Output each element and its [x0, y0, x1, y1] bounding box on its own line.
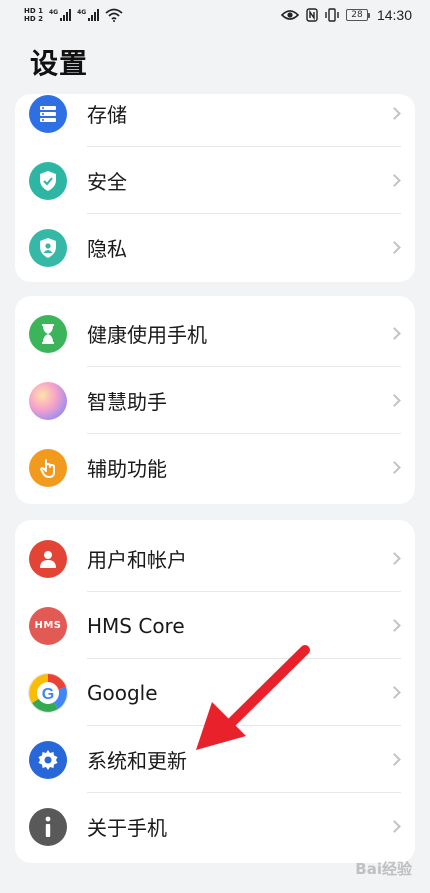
- settings-item-label: 隐私: [87, 237, 127, 261]
- settings-item-label: HMS Core: [87, 613, 185, 638]
- settings-item-about-phone[interactable]: 关于手机: [15, 793, 415, 860]
- chevron-right-icon: [388, 394, 401, 407]
- settings-item-accessibility[interactable]: 辅助功能: [15, 434, 415, 501]
- chevron-right-icon: [388, 241, 401, 254]
- chevron-right-icon: [388, 107, 401, 120]
- wifi-icon: [105, 8, 123, 22]
- gear-icon: [29, 740, 67, 779]
- settings-item-label: 用户和帐户: [87, 548, 187, 572]
- net2-label: 4G: [77, 9, 87, 16]
- settings-item-label: 健康使用手机: [87, 323, 207, 347]
- signal-2-icon: 4G: [77, 9, 100, 21]
- smart-assistant-icon: [29, 381, 67, 420]
- vibrate-icon: [325, 8, 339, 22]
- settings-group-2: 健康使用手机 智慧助手 辅助功能: [15, 296, 415, 504]
- net1-label: 4G: [48, 9, 59, 16]
- settings-item-label: 系统和更新: [87, 749, 187, 773]
- privacy-shield-icon: [29, 228, 67, 267]
- status-bar: HD 1 HD 2 4G 4G 28 14:30: [0, 0, 430, 30]
- settings-item-label: 存储: [87, 103, 127, 127]
- chevron-right-icon: [388, 174, 401, 187]
- info-icon: [29, 807, 67, 846]
- settings-item-smart-assistant[interactable]: 智慧助手: [15, 367, 415, 434]
- settings-item-system-update[interactable]: 系统和更新: [15, 726, 415, 793]
- settings-group-1: 存储 安全 隐私: [15, 94, 415, 282]
- user-icon: [29, 539, 67, 578]
- eye-icon: [280, 10, 299, 20]
- chevron-right-icon: [388, 686, 401, 699]
- status-right: 28 14:30: [280, 7, 412, 23]
- storage-icon: [29, 94, 67, 133]
- settings-group-3: 用户和帐户 HMS HMS Core G Google 系统和更新 关于手机: [15, 520, 415, 863]
- svg-text:G: G: [42, 686, 54, 703]
- page-title: 设置: [30, 47, 89, 80]
- google-icon: G: [29, 673, 67, 712]
- settings-item-label: 关于手机: [87, 816, 167, 840]
- hms-core-icon: HMS: [29, 606, 67, 645]
- watermark: Bai经验: [355, 860, 412, 878]
- chevron-right-icon: [388, 619, 401, 632]
- settings-item-label: 智慧助手: [87, 390, 167, 414]
- settings-item-google[interactable]: G Google: [15, 659, 415, 726]
- chevron-right-icon: [388, 327, 401, 340]
- battery-icon: 28: [345, 9, 370, 21]
- status-left: HD 1 HD 2 4G 4G: [24, 7, 123, 23]
- settings-item-security[interactable]: 安全: [15, 147, 415, 214]
- settings-item-hms-core[interactable]: HMS HMS Core: [15, 592, 415, 659]
- settings-item-label: Google: [87, 680, 158, 705]
- nfc-icon: [306, 8, 318, 22]
- chevron-right-icon: [388, 753, 401, 766]
- sim-labels: HD 1 HD 2: [24, 7, 43, 23]
- settings-item-digital-balance[interactable]: 健康使用手机: [15, 300, 415, 367]
- battery-level: 28: [345, 9, 368, 21]
- chevron-right-icon: [388, 461, 401, 474]
- chevron-right-icon: [388, 552, 401, 565]
- signal-1-icon: 4G: [48, 9, 72, 21]
- hand-tap-icon: [29, 448, 67, 487]
- settings-item-label: 辅助功能: [87, 457, 167, 481]
- settings-item-label: 安全: [87, 170, 127, 194]
- settings-item-storage[interactable]: 存储: [15, 94, 415, 147]
- hourglass-icon: [29, 314, 67, 353]
- security-shield-icon: [29, 161, 67, 200]
- sim2-label: HD 2: [24, 15, 43, 23]
- sim1-label: HD 1: [24, 7, 43, 15]
- clock: 14:30: [376, 7, 412, 23]
- chevron-right-icon: [388, 820, 401, 833]
- settings-item-privacy[interactable]: 隐私: [15, 214, 415, 281]
- settings-item-users-accounts[interactable]: 用户和帐户: [15, 525, 415, 592]
